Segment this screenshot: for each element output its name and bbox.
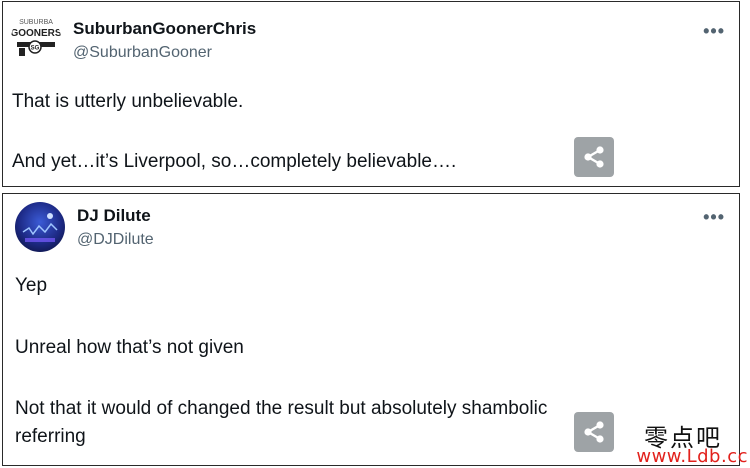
- user-handle[interactable]: @DJDilute: [77, 231, 154, 249]
- share-icon: [584, 421, 604, 443]
- tweet-text-line: Yep: [15, 275, 48, 296]
- avatar-text-badge: SG: [31, 46, 40, 52]
- dj-avatar-icon: [15, 202, 65, 252]
- share-button[interactable]: [574, 412, 614, 452]
- avatar[interactable]: SUBURBA GOONERS SG: [11, 14, 61, 64]
- user-handle[interactable]: @SuburbanGooner: [73, 44, 212, 62]
- display-name[interactable]: SuburbanGoonerChris: [73, 19, 256, 39]
- tweet-text-line: And yet…it’s Liverpool, so…completely be…: [12, 151, 457, 172]
- tweet-card[interactable]: DJ Dilute @DJDilute ••• Yep Unreal how t…: [2, 193, 740, 466]
- display-name[interactable]: DJ Dilute: [77, 206, 151, 226]
- share-button[interactable]: [574, 137, 614, 177]
- tweet-text-line: Not that it would of changed the result …: [15, 398, 548, 419]
- tweet-text-line: Unreal how that’s not given: [15, 337, 244, 358]
- avatar[interactable]: [15, 202, 65, 252]
- avatar-text-top: SUBURBA: [19, 19, 53, 26]
- gooners-logo-icon: SUBURBA GOONERS SG: [11, 19, 61, 56]
- share-icon: [584, 146, 604, 168]
- more-icon[interactable]: •••: [703, 22, 725, 40]
- tweet-card[interactable]: SUBURBA GOONERS SG SuburbanGoonerChris @…: [2, 1, 740, 187]
- more-icon[interactable]: •••: [703, 208, 725, 226]
- tweet-text-line: referring: [15, 426, 86, 447]
- tweet-text-line: That is utterly unbelievable.: [12, 91, 244, 112]
- avatar-text-main: GOONERS: [11, 28, 61, 39]
- watermark-url: www.Ldb.cc: [636, 446, 748, 467]
